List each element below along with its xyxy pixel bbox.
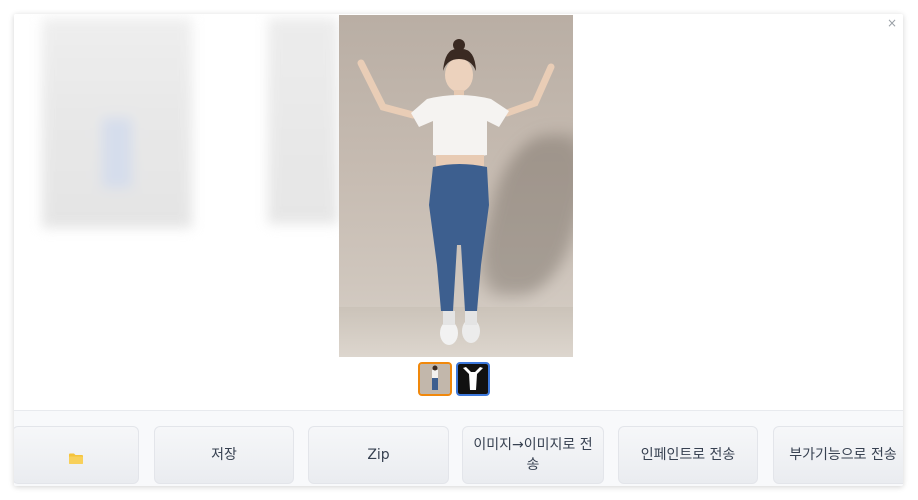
person-figure	[357, 39, 555, 345]
page: × 저장 Zip 이미지→이미지로 전송 인페인트로 전송 부가기능으로 전송	[0, 0, 918, 500]
send-to-inpaint-button[interactable]: 인페인트로 전송	[618, 426, 758, 484]
folder-icon	[68, 450, 83, 464]
save-button[interactable]: 저장	[154, 426, 294, 484]
close-button[interactable]: ×	[884, 15, 900, 31]
action-button-bar: 저장 Zip 이미지→이미지로 전송 인페인트로 전송 부가기능으로 전송	[14, 411, 903, 486]
main-preview-image[interactable]	[339, 15, 573, 357]
send-to-img2img-button[interactable]: 이미지→이미지로 전송	[462, 426, 604, 484]
blurred-background-image	[268, 18, 338, 224]
blurred-background-image	[42, 18, 192, 228]
thumbnail-1[interactable]	[418, 362, 452, 396]
thumbnail-2[interactable]	[456, 362, 490, 396]
send-to-extras-button[interactable]: 부가기능으로 전송	[773, 426, 903, 484]
thumbnail-strip	[418, 362, 490, 396]
image-viewer-modal: × 저장 Zip 이미지→이미지로 전송 인페인트로 전송 부가기능으로 전송	[14, 14, 903, 486]
zip-button[interactable]: Zip	[308, 426, 449, 484]
open-folder-button[interactable]	[14, 426, 139, 484]
